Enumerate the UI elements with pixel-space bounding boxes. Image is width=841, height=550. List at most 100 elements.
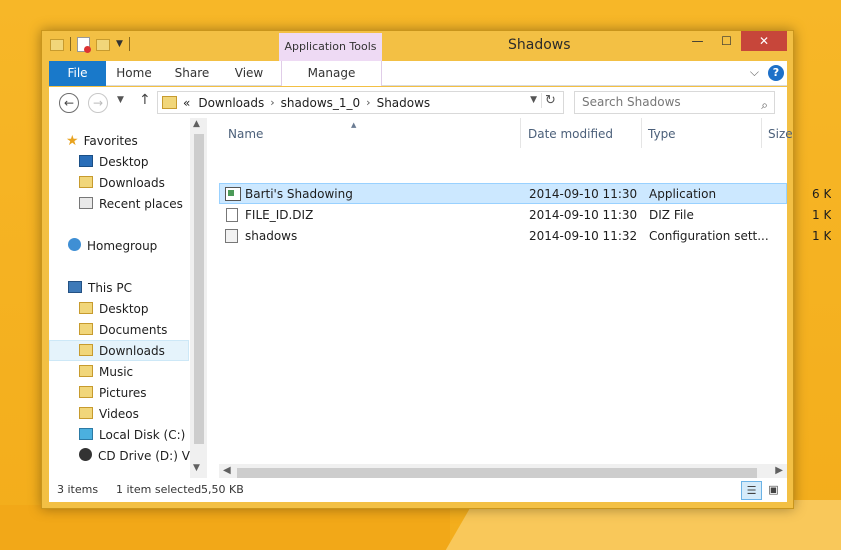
column-header-size[interactable]: Size xyxy=(768,127,793,141)
documents-folder-icon xyxy=(79,323,93,335)
file-row[interactable]: shadows 2014-09-10 11:32 Configuration s… xyxy=(219,226,831,247)
nav-pc-desktop[interactable]: Desktop xyxy=(49,299,208,320)
address-bar[interactable]: « Downloads › shadows_1_0 › Shadows ▼ ↻ xyxy=(157,91,564,114)
folder-icon xyxy=(50,39,64,51)
tab-share[interactable]: Share xyxy=(167,61,217,86)
nav-pc-cd-drive[interactable]: CD Drive (D:) Virt xyxy=(49,446,208,467)
tab-view[interactable]: View xyxy=(226,61,272,86)
search-input[interactable]: Search Shadows ⌕ xyxy=(574,91,775,114)
column-divider[interactable] xyxy=(520,118,521,148)
file-name: shadows xyxy=(245,229,298,243)
selection-info: 1 item selected xyxy=(116,483,202,496)
nav-label: Desktop xyxy=(99,302,149,316)
breadcrumb-shadows[interactable]: Shadows xyxy=(377,96,431,110)
breadcrumb-downloads[interactable]: Downloads xyxy=(198,96,264,110)
nav-pc-pictures[interactable]: Pictures xyxy=(49,383,208,404)
file-list-pane: Name ▲ Date modified Type Size Barti's S… xyxy=(219,118,831,481)
nav-pc-videos[interactable]: Videos xyxy=(49,404,208,425)
file-type: Application xyxy=(649,187,717,201)
search-icon[interactable]: ⌕ xyxy=(761,95,768,116)
downloads-folder-icon xyxy=(79,176,93,188)
refresh-icon[interactable]: ↻ xyxy=(541,93,559,108)
file-type: Configuration sett... xyxy=(649,229,769,243)
back-button[interactable]: ← xyxy=(59,93,79,113)
tab-file[interactable]: File xyxy=(49,61,106,86)
item-count: 3 items xyxy=(57,483,99,496)
file-date: 2014-09-10 11:30 xyxy=(529,187,638,201)
details-view-icon[interactable]: ☰ xyxy=(741,481,762,500)
file-row[interactable]: Barti's Shadowing 2014-09-10 11:30 Appli… xyxy=(219,183,831,204)
nav-label: Favorites xyxy=(83,134,138,148)
recent-places-icon xyxy=(79,197,93,209)
nav-homegroup[interactable]: Homegroup xyxy=(49,236,208,257)
file-type: DIZ File xyxy=(649,208,694,222)
nav-label: Pictures xyxy=(99,386,147,400)
forward-button[interactable]: → xyxy=(88,93,108,113)
cd-drive-icon xyxy=(79,448,92,461)
nav-label: Homegroup xyxy=(87,239,158,253)
ribbon-tabs: File Home Share View Manage ⌵ ? xyxy=(49,61,787,86)
explorer-window: ▼ Application Tools Shadows — ☐ ✕ File H… xyxy=(41,30,831,509)
maximize-button[interactable]: ☐ xyxy=(712,31,741,51)
minimize-button[interactable]: — xyxy=(683,31,712,51)
nav-pc-music[interactable]: Music xyxy=(49,362,208,383)
application-tools-context-tab: Application Tools xyxy=(279,33,382,61)
toolbar-separator xyxy=(128,37,130,51)
customize-toolbar-dropdown-icon[interactable]: ▼ xyxy=(116,36,123,52)
up-button[interactable]: ↑ xyxy=(139,92,151,108)
file-size: 1 K xyxy=(812,208,832,222)
nav-this-pc[interactable]: This PC xyxy=(49,278,208,299)
nav-pane-vertical-scrollbar[interactable]: ▲ ▼ xyxy=(190,118,207,478)
nav-favorites-desktop[interactable]: Desktop xyxy=(49,152,208,173)
scrollbar-thumb[interactable] xyxy=(237,468,757,478)
breadcrumb-shadows-1-0[interactable]: shadows_1_0 xyxy=(281,96,361,110)
breadcrumb-chevron-icon[interactable]: › xyxy=(270,96,274,109)
file-size: 1 K xyxy=(812,229,832,243)
close-button[interactable]: ✕ xyxy=(741,31,787,51)
nav-favorites-downloads[interactable]: Downloads xyxy=(49,173,208,194)
nav-label: Videos xyxy=(99,407,139,421)
nav-pc-downloads[interactable]: Downloads xyxy=(49,340,189,361)
nav-favorites[interactable]: ★ Favorites xyxy=(49,131,208,152)
nav-favorites-recent-places[interactable]: Recent places xyxy=(49,194,208,215)
nav-pc-documents[interactable]: Documents xyxy=(49,320,208,341)
folder-icon xyxy=(162,96,177,109)
expand-ribbon-chevron-icon[interactable]: ⌵ xyxy=(750,65,759,80)
file-row[interactable]: FILE_ID.DIZ 2014-09-10 11:30 DIZ File 1 … xyxy=(219,205,831,226)
quick-access-toolbar: ▼ xyxy=(50,36,130,53)
file-name: FILE_ID.DIZ xyxy=(245,208,314,222)
scroll-down-icon[interactable]: ▼ xyxy=(193,463,200,473)
large-icons-view-icon[interactable]: ▣ xyxy=(764,481,783,500)
scroll-up-icon[interactable]: ▲ xyxy=(193,119,200,129)
scroll-left-icon[interactable]: ◀ xyxy=(223,465,231,476)
properties-icon[interactable] xyxy=(77,36,91,53)
breadcrumb-overflow[interactable]: « xyxy=(183,96,190,110)
nav-label: Downloads xyxy=(99,344,165,358)
text-file-icon xyxy=(226,208,238,222)
file-date: 2014-09-10 11:30 xyxy=(529,208,638,222)
column-header-type[interactable]: Type xyxy=(648,127,676,141)
column-divider[interactable] xyxy=(641,118,642,148)
nav-pc-local-disk[interactable]: Local Disk (C:) xyxy=(49,425,208,446)
window-title: Shadows xyxy=(508,37,571,53)
column-header-date-modified[interactable]: Date modified xyxy=(528,127,613,141)
new-folder-icon[interactable] xyxy=(96,39,110,51)
scrollbar-thumb[interactable] xyxy=(194,134,204,444)
recent-locations-dropdown-icon[interactable]: ▼ xyxy=(117,95,124,105)
column-header-name[interactable]: Name xyxy=(228,127,263,141)
scroll-right-icon[interactable]: ▶ xyxy=(775,465,783,476)
config-file-icon xyxy=(225,229,238,243)
toolbar-separator xyxy=(70,37,71,51)
title-bar[interactable]: ▼ Application Tools Shadows — ☐ ✕ xyxy=(42,31,793,61)
breadcrumb-chevron-icon[interactable]: › xyxy=(366,96,370,109)
status-bar: 3 items 1 item selected 5,50 KB ☰ ▣ xyxy=(49,478,787,502)
application-icon xyxy=(225,187,241,201)
file-date: 2014-09-10 11:32 xyxy=(529,229,638,243)
tab-manage[interactable]: Manage xyxy=(281,61,382,86)
tab-home[interactable]: Home xyxy=(109,61,159,86)
videos-folder-icon xyxy=(79,407,93,419)
file-size: 6 K xyxy=(812,187,832,201)
address-history-chevron-icon[interactable]: ▼ xyxy=(530,95,537,105)
help-icon[interactable]: ? xyxy=(768,65,784,81)
column-divider[interactable] xyxy=(761,118,762,148)
